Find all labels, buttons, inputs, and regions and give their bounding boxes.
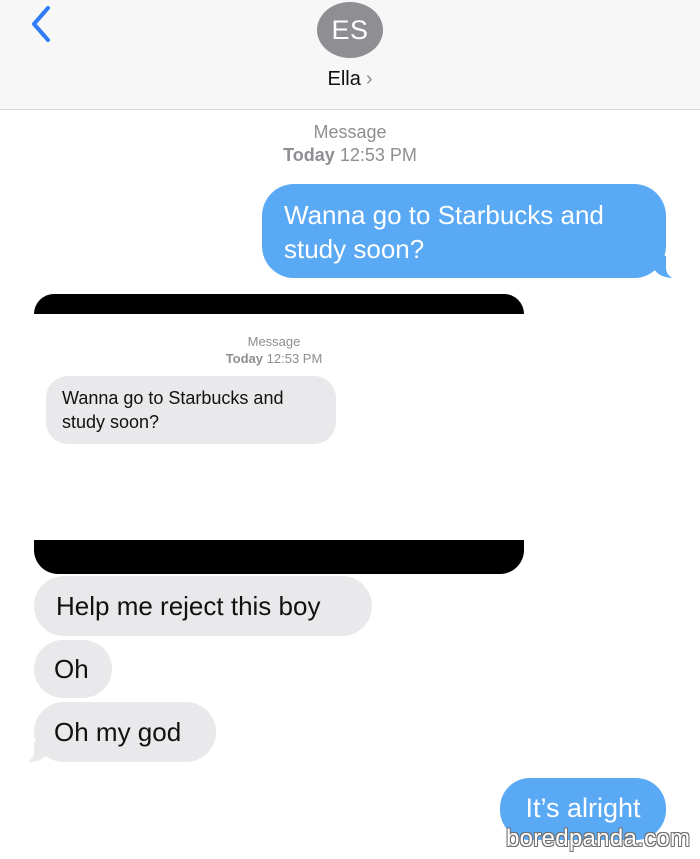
received-message-bubble[interactable]: Oh bbox=[34, 640, 112, 698]
chevron-right-icon: › bbox=[365, 68, 373, 90]
embedded-timestamp-datetime: Today 12:53 PM bbox=[34, 350, 514, 367]
message-text: Oh my god bbox=[54, 717, 182, 747]
embedded-timestamp-day: Today bbox=[225, 351, 264, 366]
conversation-header: ES Ella › bbox=[0, 0, 700, 110]
embedded-timestamp-label: Message bbox=[247, 334, 301, 349]
message-timestamp: Message Today 12:53 PM bbox=[0, 121, 700, 168]
timestamp-time: 12:53 PM bbox=[339, 145, 417, 166]
received-message-bubble[interactable]: Help me reject this boy bbox=[34, 576, 372, 636]
message-text: Oh bbox=[54, 654, 89, 684]
embedded-received-message-bubble[interactable]: Wanna go to Starbucks and study soon? bbox=[46, 376, 336, 444]
timestamp-datetime: Today 12:53 PM bbox=[0, 144, 700, 167]
sent-message-bubble[interactable]: Wanna go to Starbucks and study soon? bbox=[262, 184, 692, 280]
contact-name: Ella bbox=[327, 68, 361, 90]
timestamp-day: Today bbox=[283, 145, 335, 166]
back-button[interactable] bbox=[22, 4, 62, 44]
timestamp-label: Message bbox=[313, 122, 387, 142]
contact-name-button[interactable]: Ella › bbox=[0, 68, 700, 91]
embedded-message-text: Wanna go to Starbucks and study soon? bbox=[62, 388, 284, 432]
embedded-timestamp-time: 12:53 PM bbox=[266, 351, 323, 366]
embedded-screenshot-top-bar bbox=[34, 294, 524, 314]
message-text: Wanna go to Starbucks and study soon? bbox=[284, 200, 604, 264]
avatar-initials: ES bbox=[331, 14, 369, 45]
contact-avatar[interactable]: ES bbox=[317, 2, 383, 58]
message-text: Help me reject this boy bbox=[56, 591, 321, 621]
watermark: boredpanda.com bbox=[506, 825, 691, 852]
message-text: It’s alright bbox=[525, 793, 641, 823]
embedded-message-timestamp: Message Today 12:53 PM bbox=[34, 333, 514, 367]
chevron-left-icon bbox=[32, 6, 50, 42]
received-message-bubble[interactable]: Oh my god bbox=[10, 702, 216, 764]
embedded-screenshot-bottom-bar bbox=[34, 540, 524, 574]
